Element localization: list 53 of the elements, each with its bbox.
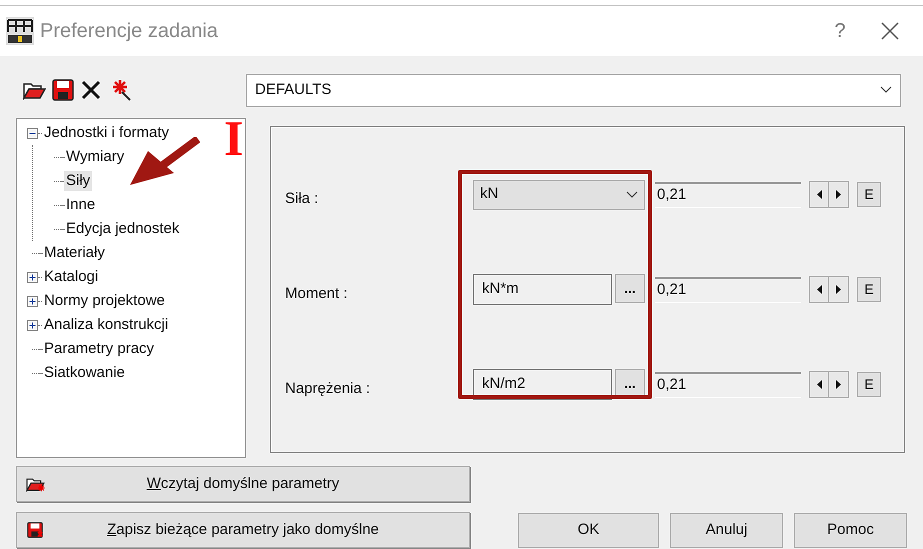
close-icon[interactable] xyxy=(881,22,899,40)
right-arrow-icon xyxy=(836,190,841,199)
app-icon xyxy=(6,17,34,45)
right-arrow-icon xyxy=(836,285,841,294)
delete-icon[interactable] xyxy=(80,79,102,101)
field-label: Siła : xyxy=(285,189,320,210)
left-arrow-icon xyxy=(816,190,822,199)
precision-field[interactable]: 0,21 xyxy=(655,182,801,208)
tree-item[interactable]: Inne xyxy=(64,195,98,215)
dialog-button[interactable]: Pomoc xyxy=(794,513,907,548)
edit-button[interactable]: E xyxy=(857,182,881,207)
spin-buttons[interactable] xyxy=(809,276,849,303)
edit-button[interactable]: E xyxy=(857,372,881,397)
left-arrow-icon xyxy=(816,285,822,294)
edit-button[interactable]: E xyxy=(857,277,881,302)
folder-icon xyxy=(25,476,45,492)
defaults-button[interactable]: Wczytaj domyślne parametry xyxy=(16,466,470,502)
tree-item[interactable]: Materiały xyxy=(42,243,107,263)
left-arrow-icon xyxy=(816,380,822,389)
tree-item[interactable]: Parametry pracy xyxy=(42,339,156,359)
right-arrow-icon xyxy=(836,380,841,389)
precision-field[interactable]: 0,21 xyxy=(655,276,801,302)
tree-item[interactable]: Wymiary xyxy=(64,147,126,167)
unit-dropdown[interactable]: kN xyxy=(473,180,645,210)
expand-icon[interactable] xyxy=(27,272,38,282)
window-title: Preferencje zadania xyxy=(40,19,218,44)
spin-buttons[interactable] xyxy=(809,371,849,398)
expand-icon[interactable] xyxy=(27,320,38,330)
field-label: Moment : xyxy=(285,284,349,304)
tree-item[interactable]: Normy projektowe xyxy=(42,291,167,311)
profile-dropdown[interactable]: DEFAULTS xyxy=(246,74,901,106)
annotation-marker: I xyxy=(224,113,244,163)
browse-button[interactable]: ... xyxy=(615,274,645,303)
tree-item[interactable]: Jednostki i formaty xyxy=(42,123,172,143)
tree-item[interactable]: Katalogi xyxy=(42,267,100,287)
dialog-button[interactable]: Anuluj xyxy=(670,513,783,548)
collapse-icon[interactable] xyxy=(27,128,38,138)
chevron-down-icon xyxy=(626,190,638,198)
unit-field[interactable]: kN*m xyxy=(473,274,612,305)
tree-item[interactable]: Siatkowanie xyxy=(42,363,127,383)
tree-item[interactable]: Edycja jednostek xyxy=(64,219,182,239)
tree-item[interactable]: Analiza konstrukcji xyxy=(42,315,170,335)
chevron-down-icon xyxy=(880,86,892,94)
spin-buttons[interactable] xyxy=(809,181,849,208)
save-icon[interactable] xyxy=(52,79,74,101)
precision-field[interactable]: 0,21 xyxy=(655,372,801,398)
defaults-button[interactable]: Zapisz bieżące parametry jako domyślne xyxy=(16,512,470,548)
expand-icon[interactable] xyxy=(27,296,38,306)
dialog-button[interactable]: OK xyxy=(518,513,659,548)
browse-button[interactable]: ... xyxy=(615,369,645,398)
tree-item[interactable]: Siły xyxy=(64,171,92,191)
help-button[interactable]: ? xyxy=(817,16,863,46)
field-label: Naprężenia : xyxy=(285,379,372,400)
